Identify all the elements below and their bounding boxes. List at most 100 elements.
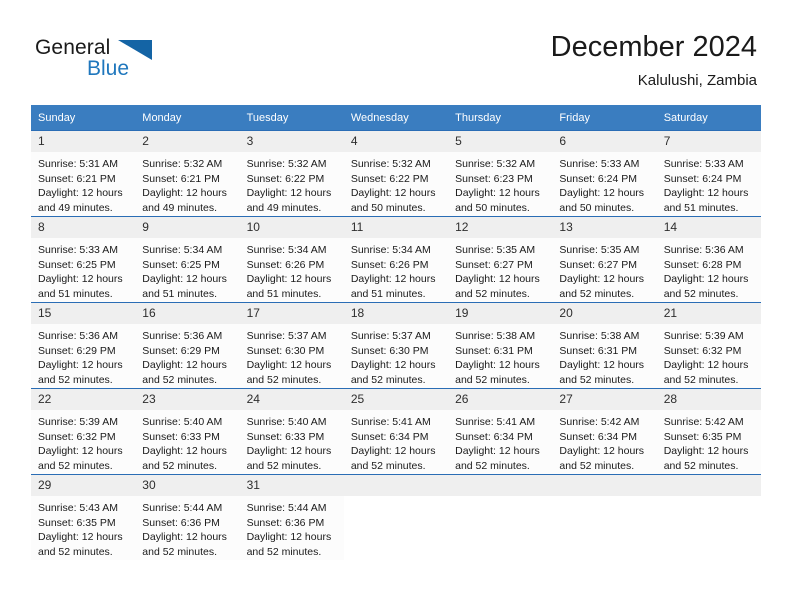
- calendar-day-cell[interactable]: 11 Sunrise: 5:34 AM Sunset: 6:26 PM Dayligh…: [343, 216, 449, 303]
- daylight-text-line1: Daylight: 12 hours: [350, 273, 436, 286]
- calendar-day-cell[interactable]: 2 Sunrise: 5:32 AM Sunset: 6:21 PM Daylight…: [135, 130, 240, 217]
- sunrise-text: Sunrise: 5:34 AM: [350, 244, 431, 256]
- daylight-text-line2: and 52 minutes.: [38, 373, 113, 386]
- sunrise-text: Sunrise: 5:33 AM: [38, 244, 118, 256]
- sunrise-text: Sunrise: 5:36 AM: [38, 330, 118, 342]
- sunset-text: Sunset: 6:35 PM: [38, 516, 116, 529]
- daylight-text-line2: and 52 minutes.: [38, 545, 113, 558]
- daylight-text-line1: Daylight: 12 hours: [559, 273, 645, 286]
- calendar-day-cell[interactable]: 9 Sunrise: 5:34 AM Sunset: 6:25 PM Daylight…: [135, 216, 240, 303]
- daylight-text-line1: Daylight: 12 hours: [142, 531, 227, 544]
- sunset-text: Sunset: 6:34 PM: [455, 430, 533, 443]
- calendar-day-cell[interactable]: 20 Sunrise: 5:38 AM Sunset: 6:31 PM Dayligh…: [552, 302, 657, 389]
- calendar-day-cell[interactable]: 22 Sunrise: 5:39 AM Sunset: 6:32 PM Dayligh…: [31, 388, 136, 475]
- daylight-text-line2: and 51 minutes.: [350, 287, 426, 300]
- sunrise-text: Sunrise: 5:32 AM: [246, 158, 327, 170]
- day-details: Sunrise: 5:38 AM Sunset: 6:31 PM Daylight:…: [552, 324, 656, 387]
- calendar-day-cell[interactable]: 14 Sunrise: 5:36 AM Sunset: 6:28 PM Dayligh…: [656, 216, 761, 303]
- sunset-text: Sunset: 6:35 PM: [663, 430, 742, 443]
- sunrise-text: Sunrise: 5:33 AM: [559, 158, 640, 170]
- day-details: Sunrise: 5:36 AM Sunset: 6:29 PM Daylight:…: [135, 324, 239, 387]
- sunrise-text: Sunrise: 5:34 AM: [142, 244, 223, 256]
- day-details: Sunrise: 5:41 AM Sunset: 6:34 PM Daylight:…: [448, 410, 552, 473]
- sunrise-text: Sunrise: 5:42 AM: [663, 416, 744, 428]
- day-number: 15: [31, 303, 136, 324]
- calendar-day-cell[interactable]: 26 Sunrise: 5:41 AM Sunset: 6:34 PM Dayligh…: [448, 388, 553, 475]
- calendar-day-cell[interactable]: 31 Sunrise: 5:44 AM Sunset: 6:36 PM Dayligh…: [239, 474, 344, 560]
- calendar-day-cell[interactable]: 28 Sunrise: 5:42 AM Sunset: 6:35 PM Dayligh…: [656, 388, 761, 475]
- daylight-text-line1: Daylight: 12 hours: [38, 187, 123, 200]
- calendar-day-cell[interactable]: 21 Sunrise: 5:39 AM Sunset: 6:32 PM Dayligh…: [656, 302, 761, 389]
- daylight-text-line2: and 52 minutes.: [559, 287, 635, 300]
- day-number: 24: [239, 389, 344, 410]
- calendar-day-cell[interactable]: 15 Sunrise: 5:36 AM Sunset: 6:29 PM Dayligh…: [31, 302, 136, 389]
- daylight-text-line2: and 51 minutes.: [38, 287, 113, 300]
- day-details: Sunrise: 5:33 AM Sunset: 6:25 PM Daylight:…: [31, 238, 135, 301]
- calendar-day-cell[interactable]: 30 Sunrise: 5:44 AM Sunset: 6:36 PM Dayligh…: [135, 474, 240, 560]
- day-number: 8: [31, 217, 136, 238]
- calendar-day-cell[interactable]: 25 Sunrise: 5:41 AM Sunset: 6:34 PM Dayligh…: [343, 388, 449, 475]
- day-details: Sunrise: 5:33 AM Sunset: 6:24 PM Daylight:…: [552, 152, 656, 215]
- sunset-text: Sunset: 6:28 PM: [663, 258, 742, 271]
- day-details: Sunrise: 5:40 AM Sunset: 6:33 PM Daylight:…: [135, 410, 239, 473]
- sunrise-text: Sunrise: 5:35 AM: [455, 244, 536, 256]
- sunrise-text: Sunrise: 5:38 AM: [559, 330, 640, 342]
- calendar-day-cell[interactable]: 24 Sunrise: 5:40 AM Sunset: 6:33 PM Dayligh…: [239, 388, 344, 475]
- daylight-text-line1: Daylight: 12 hours: [38, 445, 123, 458]
- calendar-week-row: 29 Sunrise: 5:43 AM Sunset: 6:35 PM Dayligh…: [31, 474, 761, 560]
- calendar-day-cell[interactable]: 6 Sunrise: 5:33 AM Sunset: 6:24 PM Daylight…: [552, 130, 657, 217]
- day-details: Sunrise: 5:34 AM Sunset: 6:25 PM Daylight:…: [135, 238, 239, 301]
- page-title: December 2024: [550, 31, 757, 63]
- sunrise-text: Sunrise: 5:37 AM: [246, 330, 327, 342]
- sunrise-text: Sunrise: 5:32 AM: [142, 158, 223, 170]
- calendar-day-cell[interactable]: 19 Sunrise: 5:38 AM Sunset: 6:31 PM Dayligh…: [448, 302, 553, 389]
- calendar-day-cell[interactable]: 4 Sunrise: 5:32 AM Sunset: 6:22 PM Daylight…: [343, 130, 449, 217]
- sunrise-text: Sunrise: 5:32 AM: [455, 158, 536, 170]
- day-number: 22: [31, 389, 136, 410]
- daylight-text-line2: and 52 minutes.: [350, 459, 426, 472]
- day-details: Sunrise: 5:32 AM Sunset: 6:22 PM Daylight:…: [344, 152, 448, 215]
- calendar-day-cell[interactable]: 27 Sunrise: 5:42 AM Sunset: 6:34 PM Dayligh…: [552, 388, 657, 475]
- day-number: 21: [656, 303, 761, 324]
- sunset-text: Sunset: 6:22 PM: [246, 172, 325, 185]
- calendar-day-cell[interactable]: 18 Sunrise: 5:37 AM Sunset: 6:30 PM Dayligh…: [343, 302, 449, 389]
- sunset-text: Sunset: 6:29 PM: [142, 344, 220, 357]
- daylight-text-line1: Daylight: 12 hours: [350, 187, 436, 200]
- sunset-text: Sunset: 6:26 PM: [350, 258, 429, 271]
- daylight-text-line1: Daylight: 12 hours: [38, 359, 123, 372]
- calendar-day-cell[interactable]: 13 Sunrise: 5:35 AM Sunset: 6:27 PM Dayligh…: [552, 216, 657, 303]
- sunset-text: Sunset: 6:33 PM: [246, 430, 325, 443]
- daylight-text-line2: and 52 minutes.: [246, 459, 322, 472]
- daylight-text-line2: and 51 minutes.: [142, 287, 217, 300]
- sunrise-text: Sunrise: 5:41 AM: [455, 416, 536, 428]
- calendar-day-cell[interactable]: 10 Sunrise: 5:34 AM Sunset: 6:26 PM Dayligh…: [239, 216, 344, 303]
- day-number: 1: [31, 131, 136, 152]
- daylight-text-line2: and 52 minutes.: [663, 459, 739, 472]
- day-number: 28: [656, 389, 761, 410]
- daylight-text-line1: Daylight: 12 hours: [142, 273, 227, 286]
- calendar-day-cell[interactable]: 1 Sunrise: 5:31 AM Sunset: 6:21 PM Daylight…: [31, 130, 136, 217]
- day-details: Sunrise: 5:43 AM Sunset: 6:35 PM Daylight:…: [31, 496, 135, 559]
- sunset-text: Sunset: 6:32 PM: [663, 344, 742, 357]
- calendar-day-cell[interactable]: 23 Sunrise: 5:40 AM Sunset: 6:33 PM Dayligh…: [135, 388, 240, 475]
- day-details: Sunrise: 5:33 AM Sunset: 6:24 PM Daylight:…: [657, 152, 761, 215]
- calendar-week-row: 8 Sunrise: 5:33 AM Sunset: 6:25 PM Daylight…: [31, 216, 761, 303]
- calendar-day-cell[interactable]: 29 Sunrise: 5:43 AM Sunset: 6:35 PM Dayligh…: [31, 474, 136, 560]
- daylight-text-line1: Daylight: 12 hours: [559, 187, 645, 200]
- day-details: [552, 496, 656, 501]
- calendar-page: General Blue December 2024 Kalulushi, Za…: [0, 0, 792, 612]
- calendar-day-cell[interactable]: 5 Sunrise: 5:32 AM Sunset: 6:23 PM Daylight…: [448, 130, 553, 217]
- calendar-day-cell[interactable]: 16 Sunrise: 5:36 AM Sunset: 6:29 PM Dayligh…: [135, 302, 240, 389]
- calendar-day-cell[interactable]: 17 Sunrise: 5:37 AM Sunset: 6:30 PM Dayligh…: [239, 302, 344, 389]
- calendar-day-cell[interactable]: 3 Sunrise: 5:32 AM Sunset: 6:22 PM Daylight…: [239, 130, 344, 217]
- day-number: 31: [239, 475, 344, 496]
- general-blue-logo[interactable]: General Blue: [35, 36, 175, 84]
- sunset-text: Sunset: 6:29 PM: [38, 344, 116, 357]
- calendar-day-cell[interactable]: 8 Sunrise: 5:33 AM Sunset: 6:25 PM Daylight…: [31, 216, 136, 303]
- calendar-day-cell[interactable]: 7 Sunrise: 5:33 AM Sunset: 6:24 PM Daylight…: [656, 130, 761, 217]
- daylight-text-line1: Daylight: 12 hours: [246, 445, 332, 458]
- calendar-day-cell[interactable]: 12 Sunrise: 5:35 AM Sunset: 6:27 PM Dayligh…: [448, 216, 553, 303]
- sunrise-text: Sunrise: 5:36 AM: [142, 330, 223, 342]
- sunset-text: Sunset: 6:34 PM: [559, 430, 638, 443]
- day-number: 25: [343, 389, 449, 410]
